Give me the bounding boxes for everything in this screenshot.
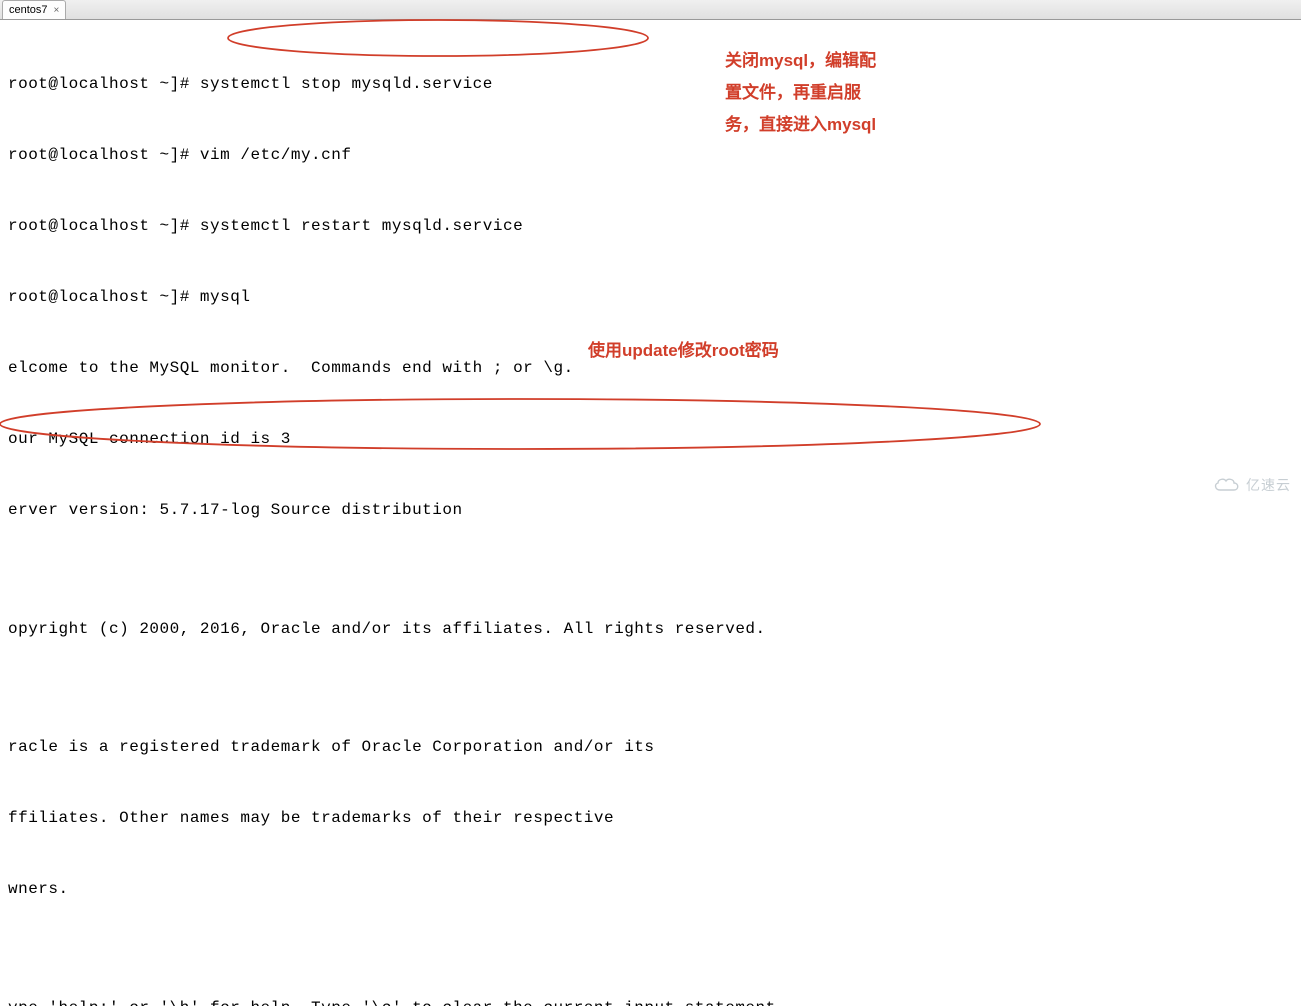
tab-centos7[interactable]: centos7 × <box>2 0 66 19</box>
terminal-line: ype 'help;' or '\h' for help. Type '\c' … <box>8 997 1293 1006</box>
annotation-text: 务，直接进入mysql <box>725 112 876 137</box>
tab-bar: centos7 × <box>0 0 1301 20</box>
close-icon[interactable]: × <box>54 5 60 16</box>
terminal-output[interactable]: root@localhost ~]# systemctl stop mysqld… <box>0 20 1301 1006</box>
watermark-text: 亿速云 <box>1246 475 1291 495</box>
cloud-icon <box>1212 476 1242 494</box>
annotation-text: 使用update修改root密码 <box>588 338 779 363</box>
terminal-line: ffiliates. Other names may be trademarks… <box>8 807 1293 831</box>
terminal-line: root@localhost ~]# vim /etc/my.cnf <box>8 144 1293 168</box>
terminal-line: wners. <box>8 878 1293 902</box>
annotation-text: 关闭mysql，编辑配 <box>725 48 876 73</box>
tab-label: centos7 <box>9 4 48 16</box>
terminal-line: racle is a registered trademark of Oracl… <box>8 736 1293 760</box>
terminal-line: root@localhost ~]# systemctl stop mysqld… <box>8 73 1293 97</box>
annotation-text: 置文件，再重启服 <box>725 80 861 105</box>
terminal-line: root@localhost ~]# systemctl restart mys… <box>8 215 1293 239</box>
terminal-line: opyright (c) 2000, 2016, Oracle and/or i… <box>8 618 1293 642</box>
terminal-line: root@localhost ~]# mysql <box>8 286 1293 310</box>
watermark: 亿速云 <box>1212 475 1291 495</box>
terminal-line: our MySQL connection id is 3 <box>8 428 1293 452</box>
